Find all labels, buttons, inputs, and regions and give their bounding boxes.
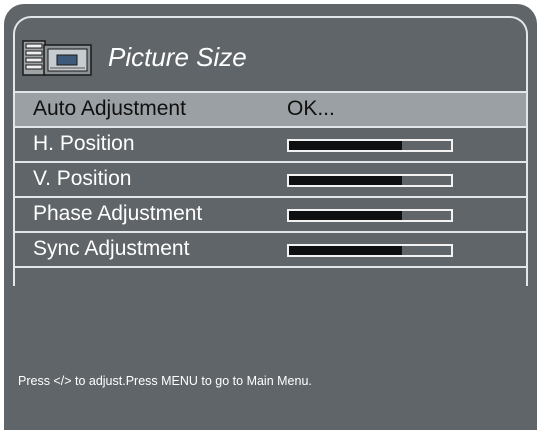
osd-menu-panel: Picture Size Auto Adjustment OK... H. Po… — [4, 4, 537, 430]
menu-item-phase-adjustment[interactable]: Phase Adjustment — [15, 196, 526, 231]
h-position-slider[interactable] — [287, 139, 453, 152]
page-title: Picture Size — [108, 42, 247, 72]
phase-adjustment-slider[interactable] — [287, 209, 453, 222]
menu-item-label: Auto Adjustment — [33, 97, 186, 120]
h-position-slider-fill — [289, 141, 403, 150]
menu-item-label: Sync Adjustment — [33, 237, 190, 260]
v-position-slider[interactable] — [287, 174, 453, 187]
menu-item-sync-adjustment[interactable]: Sync Adjustment — [15, 231, 526, 268]
monitor-settings-icon — [22, 38, 94, 78]
phase-adjustment-slider-fill — [289, 211, 403, 220]
v-position-slider-fill — [289, 176, 403, 185]
sync-adjustment-slider[interactable] — [287, 244, 453, 257]
help-hint-text: Press </> to adjust.Press MENU to go to … — [18, 374, 312, 388]
menu-item-label: Phase Adjustment — [33, 202, 203, 225]
menu-item-value: OK... — [287, 97, 335, 120]
menu-item-label: V. Position — [33, 167, 132, 190]
menu-item-h-position[interactable]: H. Position — [15, 126, 526, 161]
menu-item-label: H. Position — [33, 132, 135, 155]
menu-list: Auto Adjustment OK... H. Position V. Pos… — [15, 91, 526, 268]
menu-item-auto-adjustment[interactable]: Auto Adjustment OK... — [15, 91, 526, 126]
sync-adjustment-slider-fill — [289, 246, 403, 255]
menu-item-v-position[interactable]: V. Position — [15, 161, 526, 196]
